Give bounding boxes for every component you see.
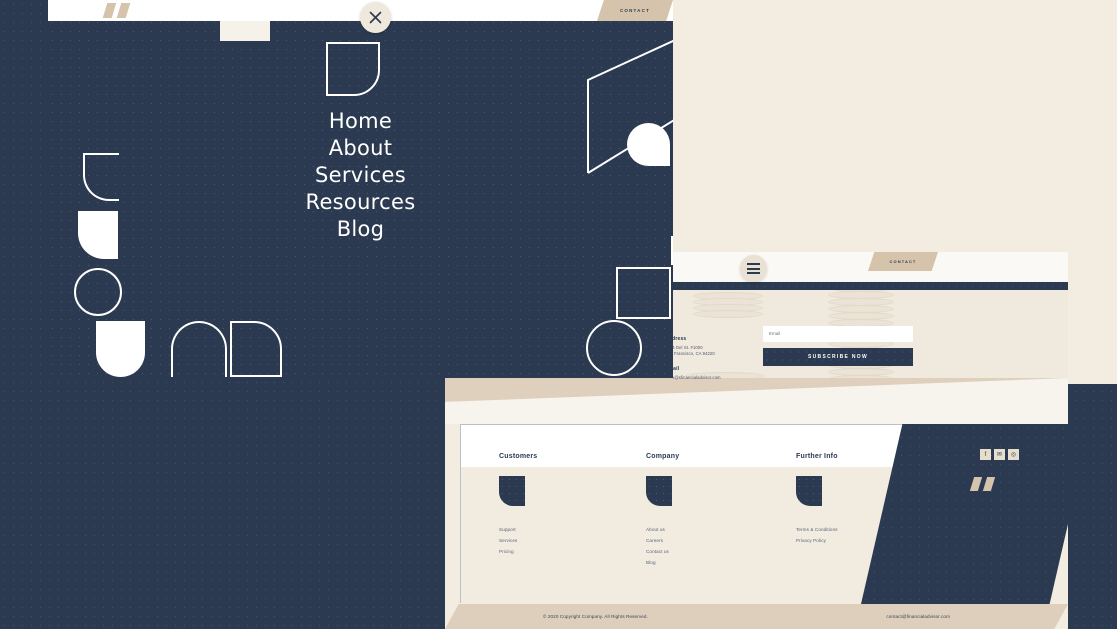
- twitter-icon[interactable]: ✉: [994, 449, 1005, 460]
- decorative-square-large: [616, 267, 671, 319]
- nav-item-about[interactable]: About: [48, 135, 673, 162]
- decorative-leaf-outline-top: [326, 42, 380, 96]
- decorative-white-card: [220, 19, 270, 41]
- social-links: f ✉ ◎: [980, 449, 1019, 460]
- copyright-text: © 2020 Copyright Company. All Rights Res…: [543, 614, 648, 619]
- footer-link-pricing[interactable]: Pricing: [499, 546, 537, 557]
- hamburger-menu-button[interactable]: [740, 255, 767, 282]
- contact-tab-button[interactable]: CONTACT: [597, 0, 673, 21]
- footer-link-support[interactable]: Support: [499, 524, 537, 535]
- decorative-circle-left: [74, 268, 122, 316]
- footer-logo-slash-2: [982, 477, 996, 491]
- decorative-shape-bottom-1: [96, 321, 145, 377]
- background-navy-bottom-left: [0, 378, 445, 629]
- nav-item-home[interactable]: Home: [48, 108, 673, 135]
- footer-window: Customers Support Services Pricing Compa…: [445, 378, 1068, 629]
- menu-overlay-window: CONTACT Home About Services Resources Bl…: [48, 0, 673, 378]
- screenshot-stage: CONTACT Home About Services Resources Bl…: [0, 0, 1117, 629]
- logo-slash-2: [116, 3, 131, 18]
- nav-item-services[interactable]: Services: [48, 162, 673, 189]
- footer-column-title-company: Company: [646, 453, 680, 460]
- footer-leaf-icon-3: [796, 476, 822, 506]
- footer-column-customers: Customers Support Services Pricing: [499, 453, 537, 557]
- email-value: hello@sfinancialadvisor.com: [673, 375, 721, 380]
- footer-column-title-further-info: Further Info: [796, 453, 838, 460]
- subscribe-form: SUBSCRIBE NOW: [763, 322, 913, 366]
- decorative-shape-bottom-3: [230, 321, 282, 377]
- hamburger-line-3: [747, 272, 760, 274]
- close-menu-button[interactable]: [360, 2, 391, 33]
- subscribe-now-button[interactable]: SUBSCRIBE NOW: [763, 347, 913, 366]
- contact-tab-button-2[interactable]: CONTACT: [868, 252, 938, 271]
- footer-column-title-customers: Customers: [499, 453, 538, 460]
- decorative-shape-bottom-2: [171, 321, 227, 377]
- nav-item-blog[interactable]: Blog: [48, 216, 673, 243]
- nav-item-resources[interactable]: Resources: [48, 189, 673, 216]
- footer-link-services[interactable]: Services: [499, 535, 537, 546]
- footer-logo-slash-1: [969, 477, 983, 491]
- footer-links-further-info: Terms & Conditions Privacy Policy: [796, 524, 838, 546]
- contact-tab-label-2: CONTACT: [889, 259, 917, 264]
- footer-dark-parallelogram: [861, 424, 1068, 604]
- footer-link-contact-us[interactable]: Contact us: [646, 546, 679, 557]
- footer-link-terms[interactable]: Terms & Conditions: [796, 524, 838, 535]
- footer-leaf-icon-2: [646, 476, 672, 506]
- footer-leaf-icon-1: [499, 476, 525, 506]
- footer-link-about-us[interactable]: About us: [646, 524, 679, 535]
- contact-tab-label: CONTACT: [619, 8, 651, 13]
- footer-link-careers[interactable]: Careers: [646, 535, 679, 546]
- logo-slash-1: [102, 3, 117, 18]
- instagram-icon[interactable]: ◎: [1008, 449, 1019, 460]
- hamburger-line-2: [747, 267, 760, 270]
- footer-link-blog[interactable]: Blog: [646, 557, 679, 568]
- email-heading: Email: [673, 366, 680, 372]
- main-navigation: Home About Services Resources Blog: [48, 108, 673, 243]
- subscribe-email-input[interactable]: [763, 325, 913, 342]
- decorative-circle-outline: [586, 320, 642, 376]
- footer-column-company: Company About us Careers Contact us Blog: [646, 453, 679, 568]
- coin-stack-left: [693, 292, 763, 322]
- close-x-icon: [369, 11, 382, 24]
- brand-logo-icon[interactable]: [102, 3, 139, 18]
- footer-contact-email: contact@financialadvisor.com: [886, 614, 950, 619]
- facebook-icon[interactable]: f: [980, 449, 991, 460]
- footer-column-further-info: Further Info Terms & Conditions Privacy …: [796, 453, 838, 546]
- footer-link-privacy[interactable]: Privacy Policy: [796, 535, 838, 546]
- hamburger-line-1: [747, 263, 760, 265]
- footer-brand-logo-icon[interactable]: [969, 477, 1002, 491]
- copyright-bar: © 2020 Copyright Company. All Rights Res…: [445, 604, 1068, 629]
- footer-links-customers: Support Services Pricing: [499, 524, 537, 557]
- footer-panel: Customers Support Services Pricing Compa…: [460, 424, 1068, 604]
- footer-links-company: About us Careers Contact us Blog: [646, 524, 679, 568]
